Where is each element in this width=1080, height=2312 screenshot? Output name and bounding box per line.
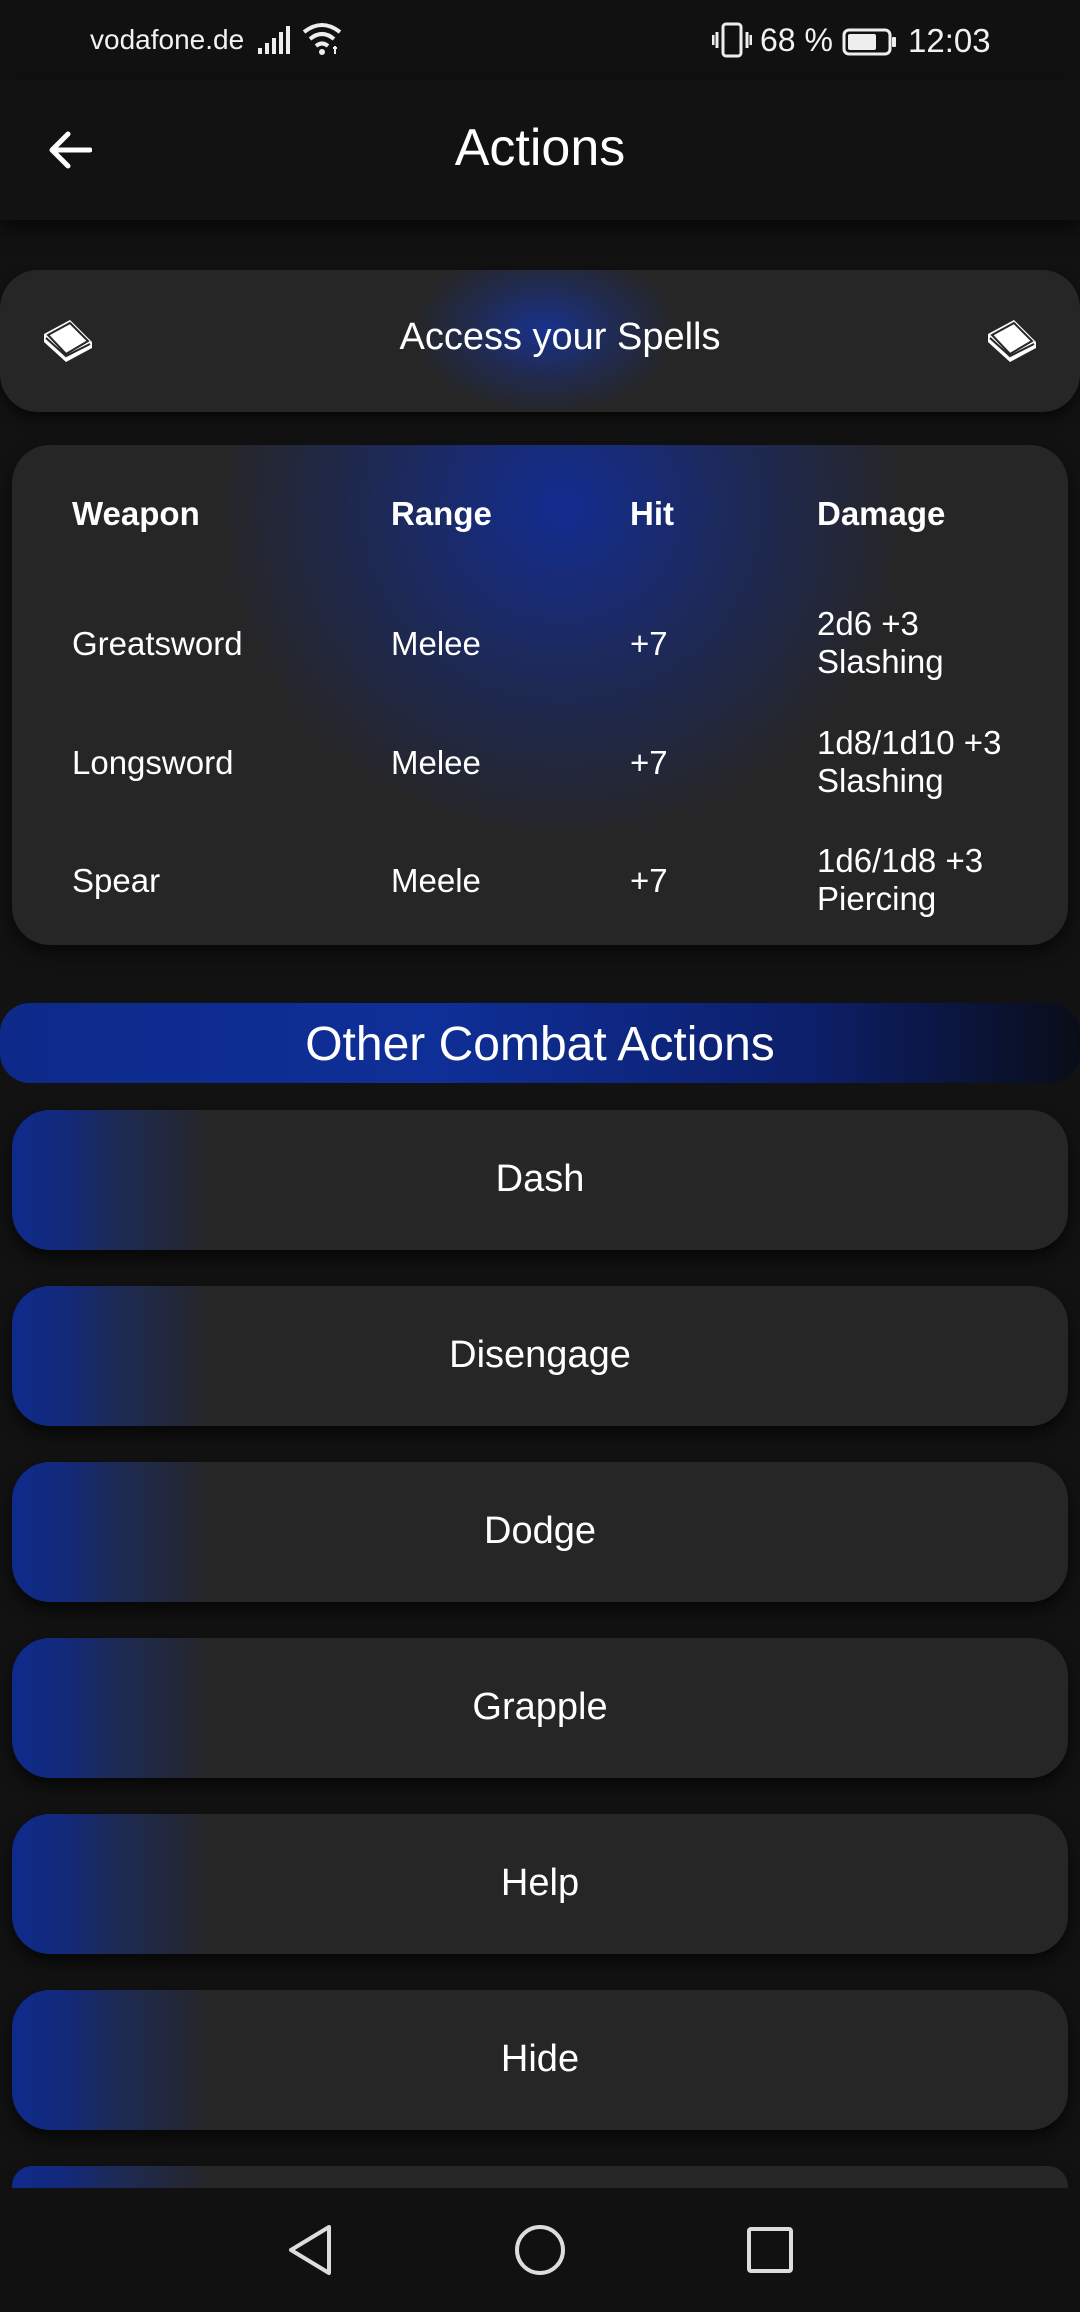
system-nav-bar (0, 2188, 1080, 2312)
carrier-name: vodafone.de (90, 24, 245, 55)
app-bar: Actions (0, 80, 1080, 220)
action-label: Help (500, 1862, 580, 1904)
nav-recents-button[interactable] (740, 2220, 800, 2280)
triangle-back-icon (289, 2225, 331, 2275)
book-icon (984, 316, 1040, 369)
action-button-dash[interactable]: Dash (12, 1110, 1068, 1250)
weapon-hit: +7 (630, 744, 668, 781)
weapon-range: Meele (391, 862, 481, 899)
status-bar: vodafone.de 68 % 12:03 (0, 0, 1080, 80)
page-title: Actions (454, 119, 626, 177)
column-header-range: Range (391, 495, 492, 532)
square-recents-icon (747, 2227, 793, 2273)
action-label: Dodge (484, 1510, 596, 1552)
clock: 12:03 (908, 22, 991, 59)
access-spells-button[interactable]: Access your Spells (0, 270, 1080, 412)
action-button-disengage[interactable]: Disengage (12, 1286, 1068, 1426)
action-button-grapple[interactable]: Grapple (12, 1638, 1068, 1778)
column-header-weapon: Weapon (72, 495, 200, 532)
weapon-damage: 1d6/1d8 +3 Piercing (817, 842, 984, 917)
weapon-hit: +7 (630, 862, 668, 899)
column-header-hit: Hit (630, 495, 674, 532)
action-button-hide[interactable]: Hide (12, 1990, 1068, 2130)
weapon-hit: +7 (630, 625, 668, 662)
nav-back-button[interactable] (280, 2220, 340, 2280)
circle-home-icon (515, 2225, 565, 2275)
combat-actions-header: Other Combat Actions (0, 1003, 1080, 1083)
weapon-range: Melee (391, 744, 481, 781)
weapon-damage: 1d8/1d10 +3 Slashing (817, 724, 1002, 799)
weapon-name: Greatsword (72, 625, 243, 662)
weapon-damage: 2d6 +3 Slashing (817, 605, 944, 680)
action-label: Hide (500, 2038, 580, 2080)
column-header-damage: Damage (817, 495, 946, 532)
weapon-name: Spear (72, 862, 161, 899)
action-label: Disengage (449, 1334, 631, 1376)
section-title: Other Combat Actions (305, 1018, 775, 1071)
nav-home-button[interactable] (510, 2220, 570, 2280)
weapon-range: Melee (391, 625, 481, 662)
access-spells-label: Access your Spells (399, 316, 721, 358)
wifi-icon (302, 22, 342, 63)
weapons-table: Weapon Range Hit Damage Greatsword Melee… (12, 445, 1068, 945)
weapon-name: Longsword (72, 744, 234, 781)
battery-percentage: 68 % (760, 22, 833, 58)
action-label: Grapple (472, 1686, 608, 1728)
action-button-dodge[interactable]: Dodge (12, 1462, 1068, 1602)
action-button-help[interactable]: Help (12, 1814, 1068, 1954)
card-glow (212, 445, 912, 845)
vibrate-icon (711, 22, 753, 65)
action-label: Dash (495, 1158, 585, 1200)
battery-icon (842, 28, 898, 63)
signal-icon (258, 26, 292, 61)
